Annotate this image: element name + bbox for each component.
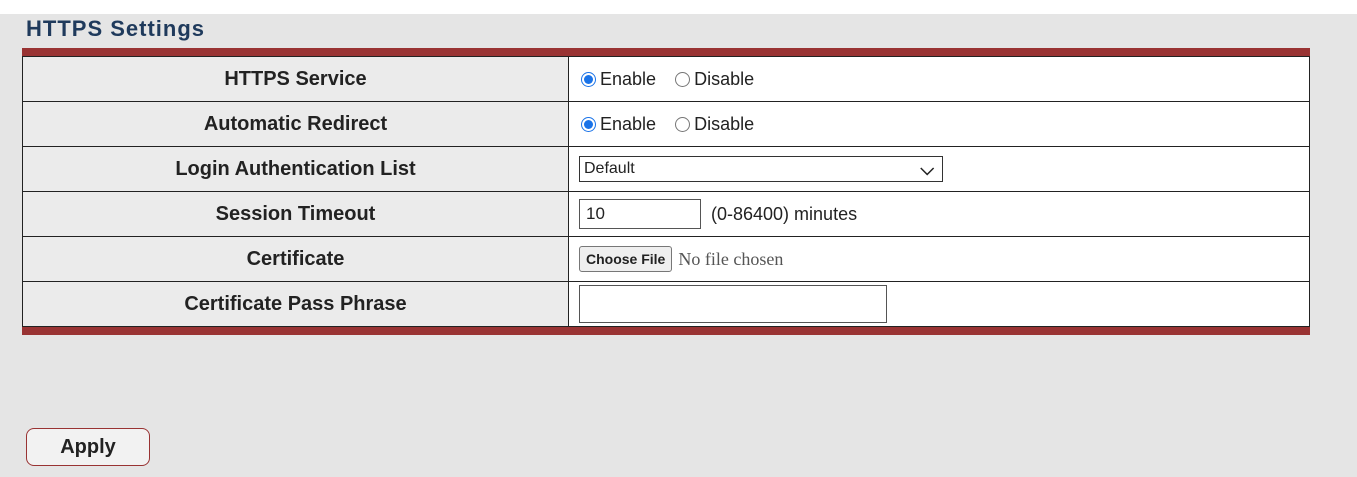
pass-phrase-value [568,281,1310,327]
login-auth-list-selected: Default [584,160,635,177]
login-auth-list-select[interactable]: Default ⌵ [579,156,943,182]
https-service-disable-label: Disable [694,68,755,89]
row-automatic-redirect: Automatic Redirect Enable Disable [22,101,1310,147]
section-title: HTTPS Settings [26,16,206,41]
redirect-disable-label: Disable [694,113,755,134]
https-service-value: Enable Disable [568,56,1310,102]
redirect-enable-label: Enable [600,113,657,134]
login-auth-list-value: Default ⌵ [568,146,1310,192]
row-https-service: HTTPS Service Enable Disable [22,56,1310,102]
session-timeout-input[interactable]: 10 [579,199,701,229]
session-timeout-range: (0-86400) minutes [711,203,858,224]
row-session-timeout: Session Timeout 10 (0-86400) minutes [22,191,1310,237]
redirect-disable-radio[interactable] [675,116,691,132]
https-service-enable-option[interactable]: Enable [579,69,656,90]
session-timeout-label: Session Timeout [22,191,569,237]
https-service-disable-option[interactable]: Disable [673,69,754,90]
https-service-enable-radio[interactable] [581,71,596,87]
login-auth-list-label: Login Authentication List [22,146,569,192]
pass-phrase-label: Certificate Pass Phrase [22,281,569,327]
choose-file-button[interactable]: Choose File [579,246,673,272]
certificate-value: Choose File No file chosen [568,236,1310,282]
chevron-down-icon: ⌵ [920,159,934,179]
automatic-redirect-label: Automatic Redirect [22,101,569,147]
row-login-auth-list: Login Authentication List Default ⌵ [22,146,1310,192]
settings-table: HTTPS Service Enable Disable Automatic R… [22,48,1310,335]
row-pass-phrase: Certificate Pass Phrase [22,281,1310,327]
https-service-disable-radio[interactable] [675,71,691,87]
redirect-enable-option[interactable]: Enable [579,114,656,135]
table-top-bar [22,48,1310,56]
apply-button[interactable]: Apply [26,428,150,466]
certificate-label: Certificate [22,236,569,282]
pass-phrase-input[interactable] [579,285,887,323]
redirect-enable-radio[interactable] [581,116,596,132]
row-certificate: Certificate Choose File No file chosen [22,236,1310,282]
file-status: No file chosen [678,248,784,269]
https-service-enable-label: Enable [600,68,657,89]
automatic-redirect-value: Enable Disable [568,101,1310,147]
redirect-disable-option[interactable]: Disable [673,114,754,135]
session-timeout-value: 10 (0-86400) minutes [568,191,1310,237]
https-service-label: HTTPS Service [22,56,569,102]
table-bottom-bar [22,327,1310,335]
